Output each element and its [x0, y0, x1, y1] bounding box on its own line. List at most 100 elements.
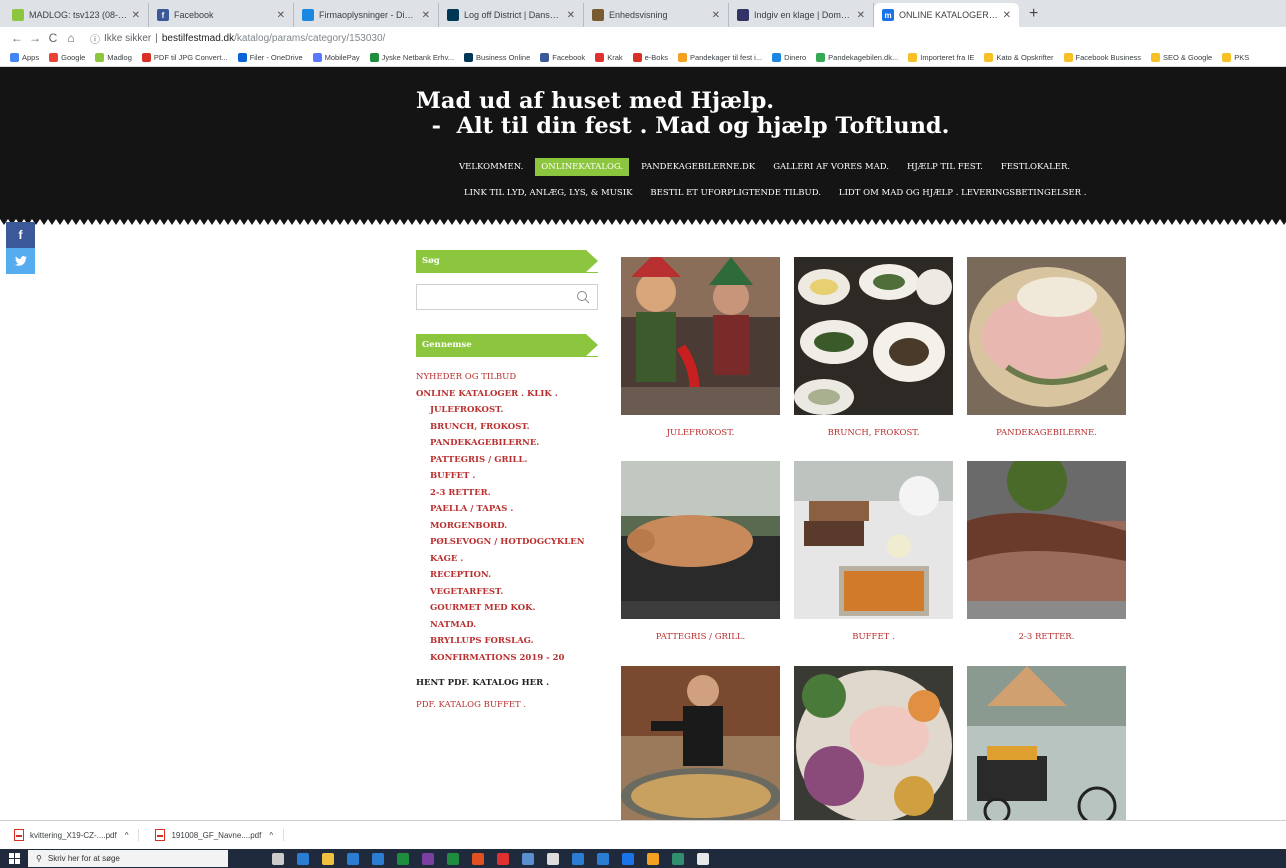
- tab-close-icon[interactable]: ✕: [277, 10, 285, 21]
- catalog-card[interactable]: PATTEGRIS / GRILL.: [621, 461, 780, 642]
- menu-item[interactable]: LIDT OM MAD OG HJÆLP . LEVERINGSBETINGEL…: [833, 184, 1093, 202]
- category-link[interactable]: KAGE .: [416, 551, 601, 568]
- new-tab-button[interactable]: +: [1019, 3, 1048, 27]
- taskbar-app-icon[interactable]: [647, 852, 659, 865]
- taskbar-app-icon[interactable]: [297, 852, 309, 865]
- tab-close-icon[interactable]: ✕: [422, 10, 430, 21]
- taskbar-search-box[interactable]: ⚲ Skriv her for at søge: [28, 850, 228, 867]
- download-item[interactable]: kvittering_X19-CZ-....pdf ^: [14, 829, 140, 841]
- bookmark-item[interactable]: PDF til JPG Convert...: [141, 53, 228, 62]
- browser-tab[interactable]: Firmaoplysninger - Dinero ✕: [294, 3, 439, 27]
- catalog-card[interactable]: BRUNCH, FROKOST.: [794, 257, 953, 438]
- roast-pig-photo[interactable]: [621, 461, 780, 619]
- category-link[interactable]: JULEFROKOST.: [416, 402, 601, 419]
- taskbar-app-icon[interactable]: [272, 852, 284, 865]
- category-link[interactable]: PAELLA / TAPAS .: [416, 501, 601, 518]
- tab-close-icon[interactable]: ✕: [712, 10, 720, 21]
- bookmark-item[interactable]: Apps: [10, 53, 39, 62]
- taskbar-app-icon[interactable]: [397, 852, 409, 865]
- reload-icon[interactable]: C: [44, 31, 62, 45]
- pancake-ham-photo[interactable]: [967, 257, 1126, 415]
- bookmark-item[interactable]: e-Boks: [632, 53, 668, 62]
- tab-close-icon[interactable]: ✕: [857, 10, 865, 21]
- forward-icon[interactable]: →: [26, 31, 44, 45]
- category-link[interactable]: KONFIRMATIONS 2019 - 20: [416, 650, 601, 667]
- category-link[interactable]: MORGENBORD.: [416, 518, 601, 535]
- chevron-up-icon[interactable]: ^: [125, 831, 129, 840]
- catalog-card[interactable]: [621, 666, 780, 837]
- pdf-catalog-buffet-link[interactable]: PDF. KATALOG BUFFET .: [416, 700, 601, 710]
- bookmark-item[interactable]: Madlog: [95, 53, 132, 62]
- taskbar-app-icon[interactable]: [322, 852, 334, 865]
- category-link[interactable]: PANDEKAGEBILERNE.: [416, 435, 601, 452]
- bookmark-item[interactable]: SEO & Google: [1150, 53, 1212, 62]
- tab-close-icon[interactable]: ✕: [1003, 10, 1011, 21]
- taskbar-app-icon[interactable]: [597, 852, 609, 865]
- category-link[interactable]: BUFFET .: [416, 468, 601, 485]
- catalog-card[interactable]: PANDEKAGEBILERNE.: [967, 257, 1126, 438]
- browser-tab[interactable]: Log off District | Danske Bank ✕: [439, 3, 584, 27]
- category-link[interactable]: NYHEDER OG TILBUD: [416, 369, 601, 386]
- catalog-caption[interactable]: BRUNCH, FROKOST.: [794, 428, 953, 438]
- menu-item[interactable]: GALLERI AF VORES MAD.: [767, 158, 895, 176]
- bookmark-item[interactable]: Google: [49, 53, 85, 62]
- bookmark-item[interactable]: Facebook: [540, 53, 585, 62]
- browser-tab[interactable]: MADLOG: tsv123 (08-10-2019) ✕: [4, 3, 149, 27]
- taskbar-app-icon[interactable]: [347, 852, 359, 865]
- start-button[interactable]: [0, 849, 28, 868]
- browser-tab[interactable]: Indgiv en klage | Domeneklager ✕: [729, 3, 874, 27]
- browser-tab[interactable]: f Facebook ✕: [149, 3, 294, 27]
- menu-item[interactable]: LINK TIL LYD, ANLÆG, LYS, & MUSIK: [458, 184, 638, 202]
- taskbar-app-icon[interactable]: [672, 852, 684, 865]
- bookmark-item[interactable]: Business Online: [464, 53, 530, 62]
- menu-item[interactable]: ONLINEKATALOG.: [535, 158, 630, 176]
- category-link[interactable]: 2-3 RETTER.: [416, 485, 601, 502]
- search-icon[interactable]: [575, 289, 591, 305]
- bookmark-item[interactable]: MobilePay: [312, 53, 360, 62]
- menu-item[interactable]: BESTIL ET UFORPLIGTENDE TILBUD.: [644, 184, 827, 202]
- catalog-caption[interactable]: PANDEKAGEBILERNE.: [967, 428, 1126, 438]
- category-link[interactable]: NATMAD.: [416, 617, 601, 634]
- browser-tab[interactable]: Enhedsvisning ✕: [584, 3, 729, 27]
- hotdog-bike-photo[interactable]: [967, 666, 1126, 824]
- tab-close-icon[interactable]: ✕: [567, 10, 575, 21]
- catalog-card[interactable]: JULEFROKOST.: [621, 257, 780, 438]
- catalog-card[interactable]: 2-3 RETTER.: [967, 461, 1126, 642]
- taskbar-app-icon[interactable]: [372, 852, 384, 865]
- bookmark-item[interactable]: Importeret fra IE: [908, 53, 974, 62]
- catalog-caption[interactable]: 2-3 RETTER.: [967, 632, 1126, 642]
- catalog-caption[interactable]: JULEFROKOST.: [621, 428, 780, 438]
- category-link[interactable]: BRUNCH, FROKOST.: [416, 419, 601, 436]
- category-link[interactable]: GOURMET MED KOK.: [416, 600, 601, 617]
- taskbar-app-icon[interactable]: [697, 852, 709, 865]
- taskbar-app-icon[interactable]: [522, 852, 534, 865]
- bookmark-item[interactable]: Dinero: [772, 53, 806, 62]
- category-link[interactable]: ONLINE KATALOGER . KLIK .: [416, 386, 601, 403]
- menu-item[interactable]: PANDEKAGEBILERNE.DK: [635, 158, 761, 176]
- twitter-share-button[interactable]: [6, 248, 35, 274]
- bookmark-item[interactable]: Jyske Netbank Erhv...: [369, 53, 454, 62]
- menu-item[interactable]: VELKOMMEN.: [453, 158, 529, 176]
- chef-paella-photo[interactable]: [621, 666, 780, 824]
- tapas-platter-photo[interactable]: [794, 666, 953, 824]
- home-icon[interactable]: ⌂: [62, 31, 80, 45]
- menu-item[interactable]: FESTLOKALER.: [995, 158, 1076, 176]
- bookmark-item[interactable]: Kato & Opskrifter: [984, 53, 1054, 62]
- taskbar-app-icon[interactable]: [497, 852, 509, 865]
- catalog-caption[interactable]: PATTEGRIS / GRILL.: [621, 632, 780, 642]
- category-link[interactable]: VEGETARFEST.: [416, 584, 601, 601]
- download-item[interactable]: 191008_GF_Navne....pdf ^: [155, 829, 285, 841]
- back-icon[interactable]: ←: [8, 31, 26, 45]
- bookmark-item[interactable]: Facebook Business: [1063, 53, 1141, 62]
- roast-beef-photo[interactable]: [967, 461, 1126, 619]
- bookmark-item[interactable]: PKS: [1222, 53, 1249, 62]
- catalog-card[interactable]: [794, 666, 953, 837]
- taskbar-app-icon[interactable]: [422, 852, 434, 865]
- menu-item[interactable]: HJÆLP TIL FEST.: [901, 158, 989, 176]
- catalog-caption[interactable]: BUFFET .: [794, 632, 953, 642]
- chevron-up-icon[interactable]: ^: [269, 831, 273, 840]
- taskbar-app-icon[interactable]: [622, 852, 634, 865]
- facebook-share-button[interactable]: f: [6, 222, 35, 248]
- catalog-card[interactable]: BUFFET .: [794, 461, 953, 642]
- bookmark-item[interactable]: Pandekagebilen.dk...: [816, 53, 898, 62]
